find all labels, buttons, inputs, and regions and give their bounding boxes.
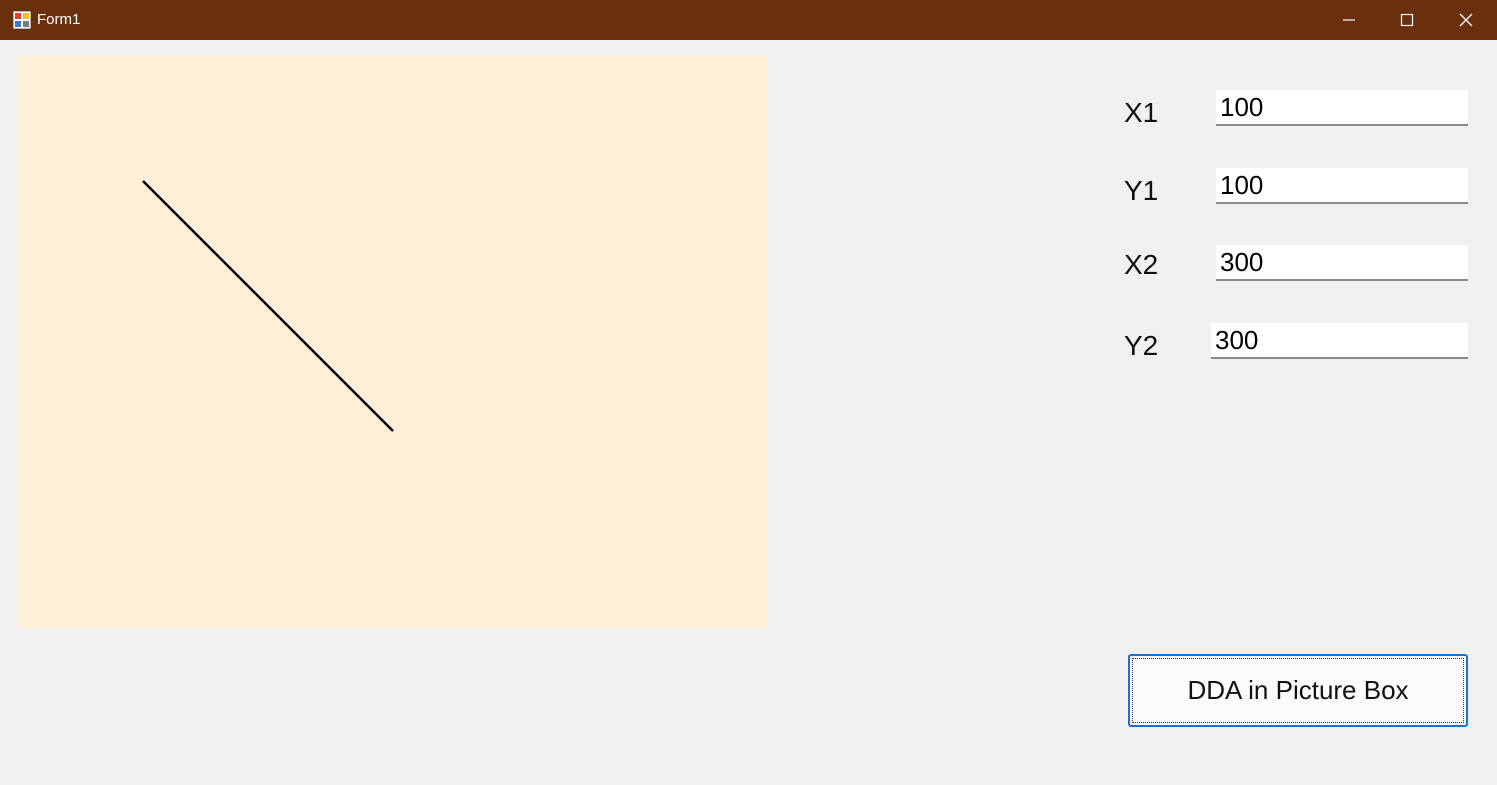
app-icon <box>13 11 31 29</box>
y1-label: Y1 <box>1124 175 1159 206</box>
y1-input[interactable] <box>1216 168 1468 204</box>
picture-box <box>17 56 768 628</box>
maximize-icon <box>1400 13 1414 27</box>
x2-label: X2 <box>1124 249 1159 280</box>
drawing-canvas <box>142 180 394 432</box>
y2-input[interactable] <box>1211 323 1468 359</box>
y2-label: Y2 <box>1124 330 1159 361</box>
minimize-button[interactable] <box>1320 0 1378 40</box>
x2-input[interactable] <box>1216 245 1468 281</box>
title-bar[interactable]: Form1 <box>0 0 1497 40</box>
x1-label: X1 <box>1124 97 1159 128</box>
dda-button[interactable]: DDA in Picture Box <box>1128 654 1468 727</box>
dda-line <box>142 180 394 432</box>
minimize-icon <box>1343 19 1355 21</box>
close-icon <box>1459 13 1473 27</box>
maximize-button[interactable] <box>1378 0 1436 40</box>
x1-input[interactable] <box>1216 90 1468 126</box>
window-title: Form1 <box>37 11 81 28</box>
close-button[interactable] <box>1437 0 1495 40</box>
